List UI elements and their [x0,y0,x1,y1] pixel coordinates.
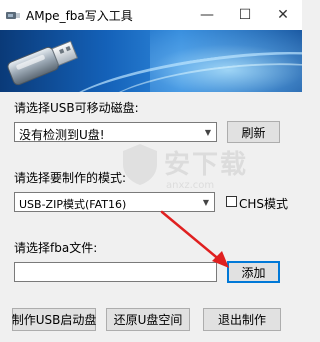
maximize-button[interactable]: ☐ [226,0,264,30]
window-title: AMpe_fba写入工具 [26,9,133,23]
watermark-subtext: anxz.com [166,180,215,191]
mode-label: 请选择要制作的模式: [14,171,127,185]
fba-file-label: 请选择fba文件: [14,241,98,255]
close-button[interactable]: ✕ [264,0,302,30]
add-file-button[interactable]: 添加 [227,261,280,283]
usb-drive-icon [7,40,78,86]
fba-file-path-input[interactable] [14,262,217,282]
restore-usb-space-label: 还原U盘空间 [113,313,183,327]
mode-dropdown[interactable]: USB-ZIP模式(FAT16) ▼ [14,192,215,212]
exit-button[interactable]: 退出制作 [203,308,281,331]
minimize-icon: — [200,7,214,23]
usb-app-icon [6,12,20,19]
watermark-text: 安下载 [164,150,249,180]
close-icon: ✕ [277,7,289,23]
exit-button-label: 退出制作 [217,313,266,327]
refresh-button-label: 刷新 [241,125,266,140]
mode-selected: USB-ZIP模式(FAT16) [19,198,127,211]
usb-disk-label: 请选择USB可移动磁盘: [14,101,139,115]
title-bar: AMpe_fba写入工具 — ☐ ✕ [0,0,302,30]
usb-disk-selected: 没有检测到U盘! [19,128,105,142]
chs-mode-checkbox[interactable] [226,196,237,207]
maximize-icon: ☐ [238,7,252,23]
minimize-button[interactable]: — [188,0,226,30]
add-file-button-label: 添加 [241,265,266,280]
chs-mode-label: CHS模式 [239,197,289,211]
restore-usb-space-button[interactable]: 还原U盘空间 [106,308,190,331]
make-usb-boot-label: 制作USB启动盘 [11,313,97,327]
chevron-down-icon: ▼ [202,197,210,207]
make-usb-boot-button[interactable]: 制作USB启动盘 [12,308,96,331]
